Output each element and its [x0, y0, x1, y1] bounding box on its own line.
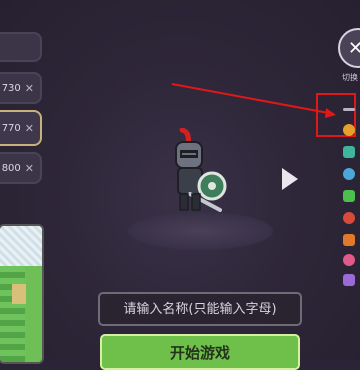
helmet-icon[interactable]: [343, 124, 355, 136]
name-input[interactable]: [98, 292, 302, 326]
x-icon: ✕: [24, 161, 34, 175]
dagger-icon[interactable]: [343, 212, 355, 224]
flame-icon[interactable]: [343, 234, 355, 246]
leaf-icon[interactable]: [343, 190, 355, 202]
unit-cost: 800: [1, 162, 21, 174]
unit-cost: 770: [1, 122, 21, 134]
start-game-button[interactable]: 开始游戏: [100, 334, 300, 370]
x-icon: ✕: [24, 81, 34, 95]
next-character-arrow[interactable]: [282, 168, 298, 190]
x-icon: ✕: [24, 121, 34, 135]
shield-icon[interactable]: [343, 254, 355, 266]
minimap[interactable]: [0, 224, 44, 364]
gem-icon[interactable]: [343, 274, 355, 286]
minimap-grass: [0, 266, 42, 362]
minimap-road: [12, 284, 26, 304]
side-label: 切换: [342, 73, 358, 82]
drop-icon[interactable]: [343, 168, 355, 180]
unit-card-3-selected[interactable]: 770 ✕: [0, 110, 42, 146]
knight-character[interactable]: [160, 128, 240, 228]
minimap-water: [0, 226, 42, 266]
unit-card-2[interactable]: 730 ✕: [0, 72, 42, 104]
sword-icon[interactable]: [343, 108, 355, 111]
unit-card-4[interactable]: 800 ✕: [0, 152, 42, 184]
unit-card-1[interactable]: [0, 32, 42, 62]
unit-cost: 730: [1, 82, 21, 94]
heart-icon[interactable]: [343, 146, 355, 158]
